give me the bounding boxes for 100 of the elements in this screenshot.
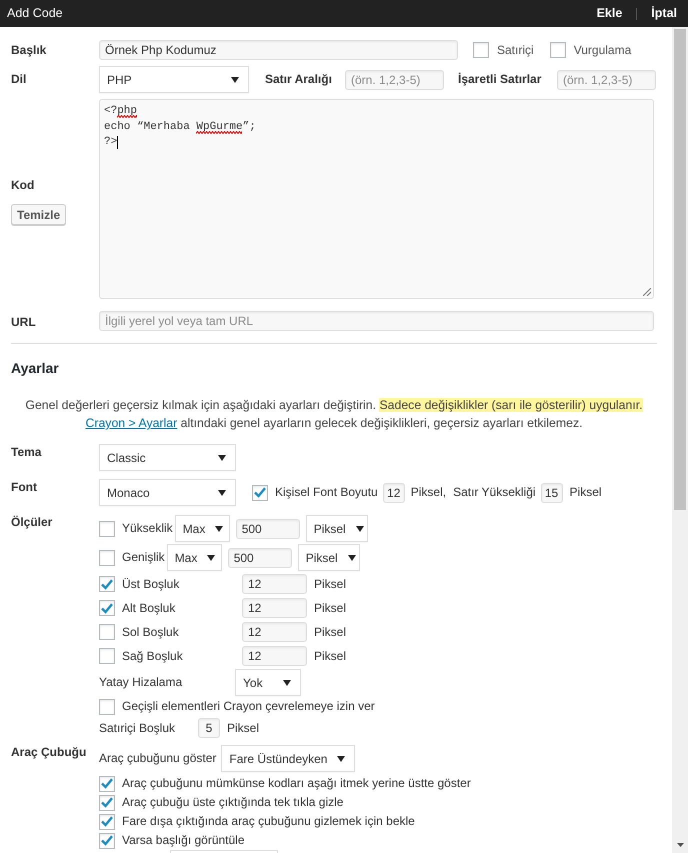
checkmark-icon (101, 835, 113, 846)
checkbox[interactable] (99, 648, 115, 664)
checkbox[interactable] (252, 484, 268, 500)
checkbox[interactable] (550, 42, 566, 58)
select-dropdown[interactable]: PHP (99, 66, 249, 93)
checkmark-icon (101, 578, 113, 590)
settings-notice: Genel değerleri geçersiz kılmak için aşağıdaki ayarları değiştirin. Sadece değişiklikler (sarı ile gösterilir) uygulanır. Crayon > Ayarlar altındaki genel ayarların gelecek değişiklikleri, geçersiz ayarları etkilemez. (24, 397, 644, 432)
caret-down-icon (348, 554, 356, 560)
dimension-input[interactable]: 500 (236, 518, 300, 538)
field-label: Satıriçi Boşluk (99, 720, 176, 736)
margin-input[interactable]: 12 (242, 622, 307, 642)
code-line: ?> (104, 135, 118, 150)
field-label: Tema (11, 445, 42, 461)
select-dropdown[interactable]: Classic (99, 444, 236, 471)
field-label: Font (11, 480, 37, 496)
unit-label: Piksel (570, 485, 602, 500)
checkbox-label: Genişlik (122, 550, 165, 565)
select-dropdown[interactable]: Max (166, 544, 222, 571)
checkbox-label: Fare dışa çıktığında araç çubuğunu gizlemek için bekle (122, 814, 415, 829)
field-label: Satır Aralığı (265, 72, 333, 87)
marked-lines-input[interactable]: (örn. 1,2,3-5) (557, 70, 656, 90)
checkbox-label: Sağ Boşluk (122, 648, 184, 664)
caret-down-icon (207, 554, 216, 560)
unit-label: Piksel (314, 624, 346, 640)
select-dropdown[interactable]: Piksel (298, 544, 360, 571)
checkbox[interactable] (99, 600, 115, 616)
checkbox-label: Üst Boşluk (122, 576, 180, 592)
checkbox[interactable] (473, 42, 489, 58)
checkbox[interactable] (99, 814, 115, 830)
header-action-button[interactable]: İptal (651, 4, 677, 23)
checkmark-icon (101, 602, 113, 614)
checkbox[interactable] (99, 794, 115, 810)
field-label: Dil (11, 72, 28, 87)
line-range-input[interactable]: (örn. 1,2,3-5) (345, 70, 444, 90)
scrollbar[interactable] (672, 27, 688, 853)
caret-down-icon[interactable] (676, 843, 684, 847)
checkbox[interactable] (99, 698, 115, 714)
margin-input[interactable]: 12 (242, 598, 307, 618)
checkmark-icon (101, 816, 113, 827)
checkbox-label: Yükseklik (122, 521, 173, 536)
checkmark-icon (101, 797, 113, 808)
spacing-input[interactable]: 5 (198, 718, 220, 738)
select-dropdown[interactable] (170, 850, 278, 853)
unit-label: Piksel (314, 576, 346, 592)
field-label: İşaretli Satırlar (458, 72, 542, 87)
field-label: Satır Yüksekliği (453, 485, 536, 500)
checkbox[interactable] (99, 832, 115, 848)
checkbox[interactable] (99, 520, 115, 536)
code-line: <?php (104, 104, 138, 120)
unit-label: Piksel (314, 600, 346, 616)
checkbox[interactable] (99, 776, 115, 792)
font-size-input[interactable]: 12 (382, 482, 405, 502)
checkbox-label: Varsa başlığı görüntüle (122, 833, 245, 848)
field-label: Ölçüler (11, 515, 52, 531)
clear-button[interactable]: Temizle (11, 204, 66, 225)
field-label: Kod (11, 178, 34, 193)
header-action-button[interactable]: Ekle (596, 4, 622, 23)
dimension-input[interactable]: 500 (228, 548, 292, 568)
checkbox[interactable] (99, 624, 115, 640)
section-heading: Ayarlar (11, 359, 59, 378)
scrollbar-thumb[interactable] (674, 29, 686, 510)
code-editor[interactable]: <?php echo “Merhaba WpGurme”; ?> (99, 99, 654, 299)
unit-label: Piksel, (410, 485, 446, 500)
checkmark-icon (254, 487, 266, 498)
caret-down-icon (215, 526, 224, 532)
dialog-title: Add Code (7, 5, 63, 22)
select-dropdown[interactable]: Fare Üstündeyken (221, 745, 356, 772)
field-label: Araç çubuğunu göster (99, 751, 216, 766)
margin-input[interactable]: 12 (242, 574, 307, 594)
select-dropdown[interactable]: Piksel (306, 515, 368, 542)
url-input[interactable]: İlgili yerel yol veya tam URL (99, 311, 654, 331)
line-height-input[interactable]: 15 (540, 482, 563, 502)
checkbox-label: Alt Boşluk (122, 600, 176, 616)
select-dropdown[interactable]: Max (174, 515, 230, 542)
checkmark-icon (101, 778, 113, 789)
field-label: Araç Çubuğu (11, 745, 86, 761)
checkbox-label: Araç çubuğu üste çıktığında tek tıkla gizle (122, 795, 344, 810)
select-dropdown[interactable]: Yok (235, 669, 301, 696)
checkbox-label: Satıriçi (497, 42, 534, 58)
checkbox-label: Sol Boşluk (122, 624, 180, 640)
checkbox-label: Araç çubuğunu mümkünse kodları aşağı itmek yerine üstte göster (122, 776, 471, 791)
caret-down-icon (356, 526, 364, 532)
field-label: Başlık (11, 42, 48, 58)
select-dropdown[interactable]: Monaco (99, 479, 236, 506)
unit-label: Piksel (227, 720, 260, 736)
caret-down-icon (218, 454, 226, 460)
field-label: Yatay Hizalama (99, 675, 184, 690)
margin-input[interactable]: 12 (242, 646, 307, 666)
unit-label: Piksel (314, 648, 346, 664)
title-input[interactable]: Örnek Php Kodumuz (99, 40, 458, 60)
caret-down-icon (337, 756, 346, 762)
checkbox-label: Geçişli elementleri Crayon çevrelemeye izin ver (122, 699, 375, 714)
code-line: echo “Merhaba WpGurme”; (104, 120, 256, 135)
checkbox-label: Vurgulama (574, 42, 632, 58)
field-label: URL (11, 314, 37, 330)
settings-link[interactable]: Crayon > Ayarlar (85, 416, 178, 430)
checkbox[interactable] (99, 550, 115, 566)
checkbox[interactable] (99, 576, 115, 592)
caret-down-icon (231, 76, 239, 82)
resize-handle-icon (643, 288, 651, 296)
